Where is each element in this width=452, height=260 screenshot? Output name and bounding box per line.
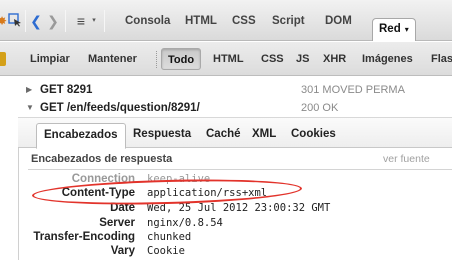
filter-flash-button[interactable]: Flas (431, 52, 452, 67)
filter-css-button[interactable]: CSS (261, 52, 284, 67)
header-name: Vary (110, 245, 135, 257)
chevron-down-icon[interactable]: ▾ (90, 13, 98, 29)
clear-icon (0, 52, 6, 66)
persist-button[interactable]: Mantener (88, 52, 137, 67)
tab-cache[interactable]: Caché (206, 127, 241, 141)
tab-consola[interactable]: Consola (125, 13, 170, 30)
inspect-icon[interactable] (8, 13, 22, 29)
tab-html[interactable]: HTML (185, 13, 217, 30)
tab-headers[interactable]: Encabezados (36, 123, 126, 149)
toolbar-divider (104, 10, 105, 32)
tab-cookies[interactable]: Cookies (291, 127, 336, 141)
request-url: GET /en/feeds/question/8291/ (40, 102, 200, 114)
tab-red[interactable]: Red ▾ (372, 18, 416, 41)
forward-arrow-icon[interactable]: ❯ (47, 13, 59, 29)
filter-bar: Limpiar Mantener Todo HTML CSS JS XHR Im… (0, 42, 452, 76)
request-status: 301 MOVED PERMA (301, 84, 405, 96)
request-row[interactable]: ▶ GET 8291 301 MOVED PERMA (0, 81, 452, 99)
view-source-link[interactable]: ver fuente (383, 153, 430, 165)
toolbar-divider (65, 10, 66, 32)
header-name: Transfer-Encoding (33, 231, 135, 243)
tab-xml[interactable]: XML (252, 127, 276, 141)
header-name: Server (99, 217, 135, 229)
expand-triangle-icon[interactable]: ▶ (26, 81, 32, 99)
filter-html-button[interactable]: HTML (213, 52, 244, 67)
header-value: nginx/0.8.54 (147, 217, 223, 229)
tab-css[interactable]: CSS (232, 13, 256, 30)
header-row: Server nginx/0.8.54 (0, 216, 452, 231)
filter-js-button[interactable]: JS (296, 52, 309, 67)
menu-icon[interactable]: ≡ (73, 13, 89, 29)
main-toolbar: ✸ ❮ ❯ ≡ ▾ Consola HTML CSS Script DOM Re… (0, 0, 452, 41)
filter-all-button[interactable]: Todo (161, 48, 202, 70)
request-url: GET 8291 (40, 84, 93, 96)
section-divider (28, 169, 452, 170)
header-value: chunked (147, 231, 192, 243)
toolbar-divider (25, 10, 26, 32)
firebug-icon[interactable]: ✸ (0, 13, 7, 29)
chevron-down-icon: ▾ (404, 25, 409, 34)
tab-red-label: Red (379, 23, 401, 35)
back-arrow-icon[interactable]: ❮ (30, 13, 42, 29)
header-row: Transfer-Encoding chunked (0, 230, 452, 245)
request-row[interactable]: ▼ GET /en/feeds/question/8291/ 200 OK (0, 99, 452, 117)
header-value: Cookie (147, 245, 185, 257)
header-row: Date Wed, 25 Jul 2012 23:00:32 GMT (0, 201, 452, 216)
tab-dom[interactable]: DOM (325, 13, 352, 30)
tab-response[interactable]: Respuesta (133, 127, 191, 141)
section-title: Encabezados de respuesta (31, 153, 173, 165)
request-status: 200 OK (301, 102, 339, 114)
tab-script[interactable]: Script (272, 13, 305, 30)
detail-tabs: Encabezados Respuesta Caché XML Cookies (18, 118, 452, 149)
filter-xhr-button[interactable]: XHR (323, 52, 346, 67)
clear-button[interactable]: Limpiar (30, 52, 70, 67)
collapse-triangle-icon[interactable]: ▼ (26, 99, 34, 117)
header-row: Vary Cookie (0, 244, 452, 259)
filter-images-button[interactable]: Imágenes (362, 52, 413, 67)
filter-divider (156, 51, 158, 68)
